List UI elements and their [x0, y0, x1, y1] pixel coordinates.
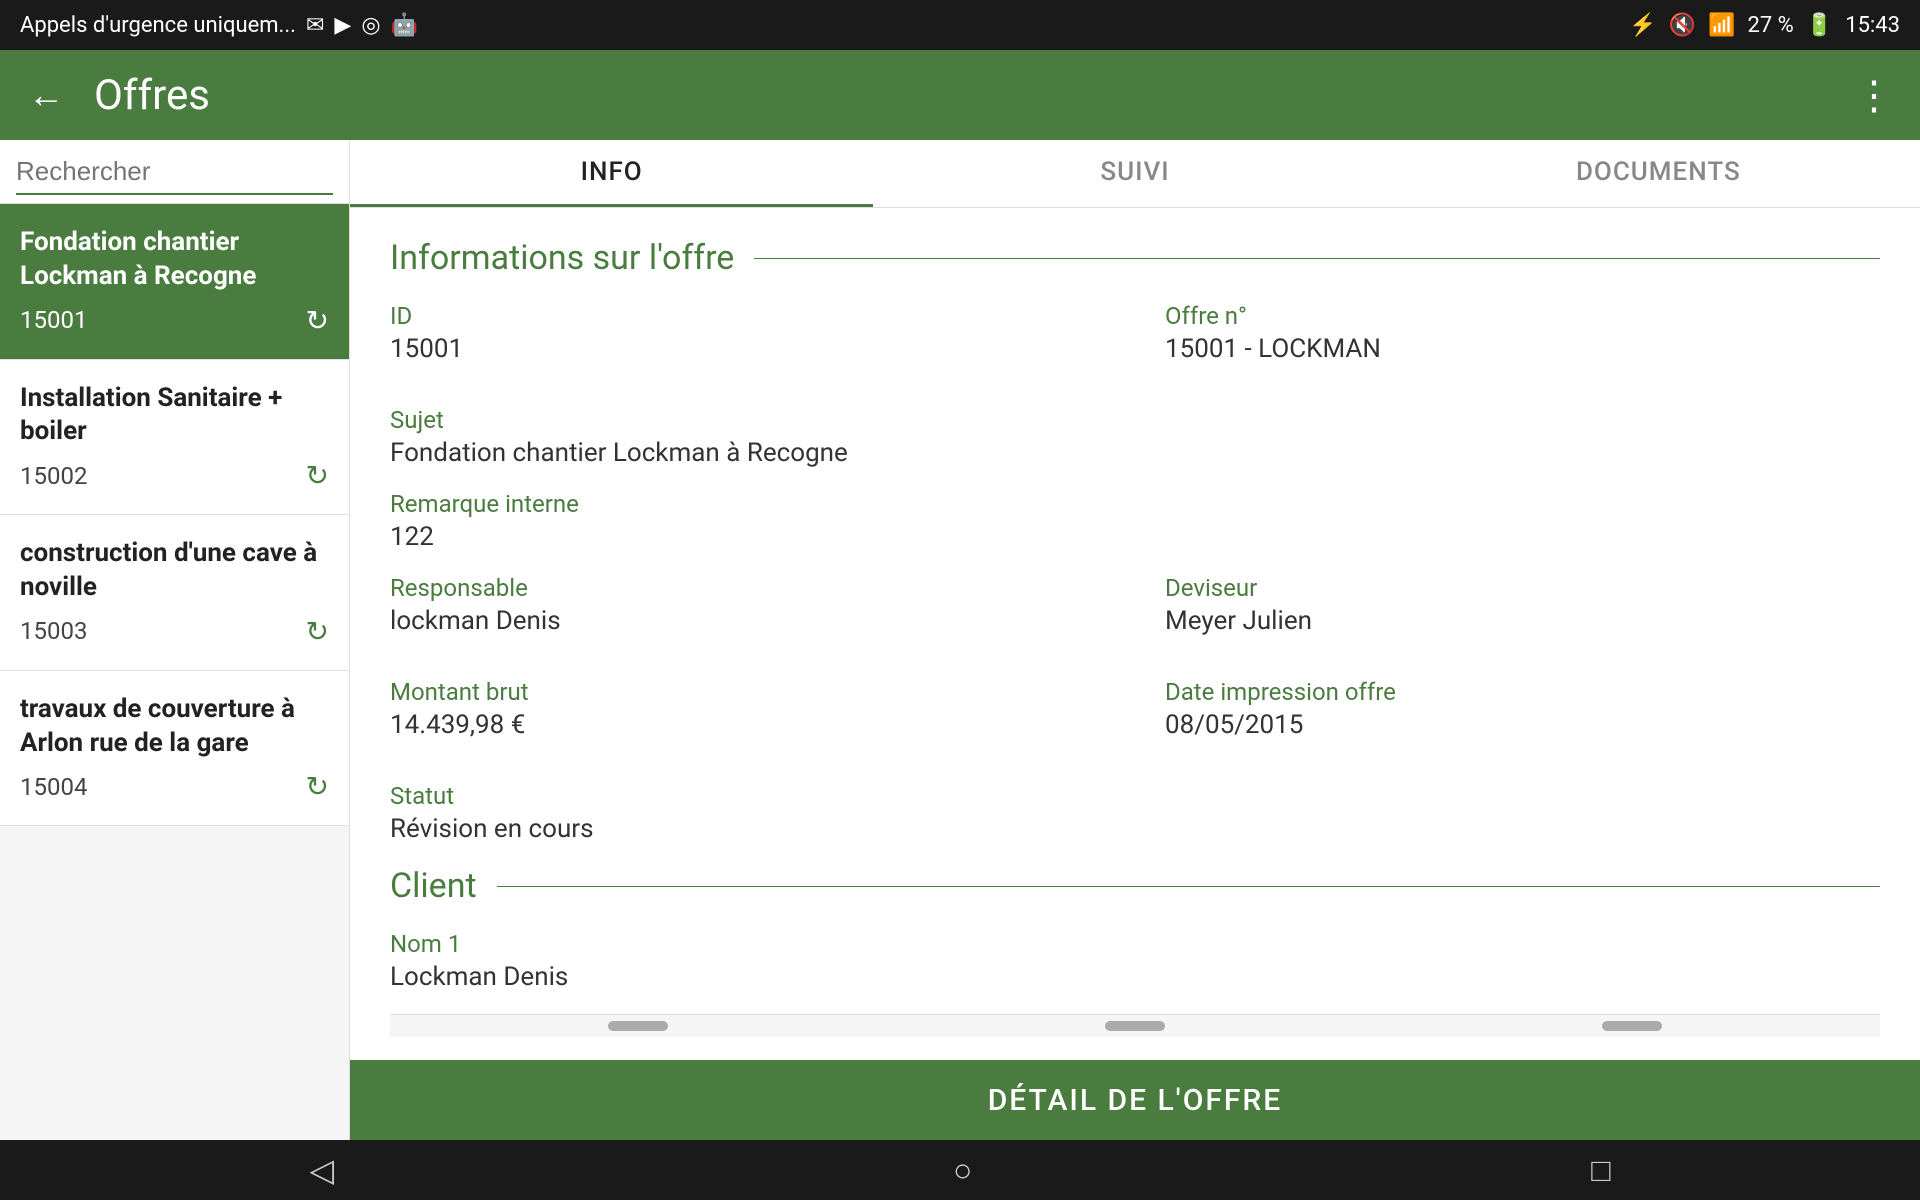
- field-offre-label: Offre n°: [1165, 302, 1880, 330]
- email-icon: ✉: [306, 13, 324, 38]
- field-statut: Statut Révision en cours: [390, 782, 1880, 844]
- refresh-icon[interactable]: ↻: [306, 459, 329, 492]
- field-sujet: Sujet Fondation chantier Lockman à Recog…: [390, 406, 1880, 468]
- field-date-impression-value: 08/05/2015: [1165, 710, 1880, 740]
- status-bar-notifications: Appels d'urgence uniquem... ✉ ▶ ◎ 🤖: [20, 13, 418, 38]
- offer-info-section-header: Informations sur l'offre: [390, 238, 1880, 278]
- refresh-icon[interactable]: ↻: [306, 770, 329, 803]
- field-date-impression: Date impression offre 08/05/2015: [1165, 678, 1880, 740]
- scroll-indicator: [608, 1021, 668, 1031]
- page-title: Offres: [94, 71, 1854, 120]
- field-montant-value: 14.439,98 €: [390, 710, 1105, 740]
- tab-bar: INFO SUIVI DOCUMENTS: [350, 140, 1920, 208]
- list-item[interactable]: Installation Sanitaire + boiler 15002 ↻: [0, 360, 349, 516]
- field-deviseur-value: Meyer Julien: [1165, 606, 1880, 636]
- status-bar-right: ⚡ 🔇 📶 27 % 🔋 15:43: [1629, 13, 1900, 38]
- time: 15:43: [1845, 13, 1900, 38]
- field-responsable-value: lockman Denis: [390, 606, 1105, 636]
- section-divider: [497, 886, 1880, 887]
- field-sujet-value: Fondation chantier Lockman à Recogne: [390, 438, 1880, 468]
- field-id-value: 15001: [390, 334, 1105, 364]
- mute-icon: 🔇: [1669, 13, 1696, 38]
- notification-text: Appels d'urgence uniquem...: [20, 13, 296, 38]
- detail-action-button[interactable]: DÉTAIL DE L'OFFRE: [350, 1060, 1920, 1140]
- client-section-title: Client: [390, 866, 477, 906]
- field-deviseur: Deviseur Meyer Julien: [1165, 574, 1880, 636]
- montant-grid: Montant brut 14.439,98 € Date impression…: [390, 678, 1880, 762]
- status-bar: Appels d'urgence uniquem... ✉ ▶ ◎ 🤖 ⚡ 🔇 …: [0, 0, 1920, 50]
- list-item-id: 15001: [20, 306, 87, 334]
- scroll-indicator: [1105, 1021, 1165, 1031]
- field-remarque-value: 122: [390, 522, 1880, 552]
- field-remarque: Remarque interne 122: [390, 490, 1880, 552]
- more-menu-button[interactable]: ⋮: [1854, 72, 1892, 119]
- refresh-icon[interactable]: ↻: [306, 304, 329, 337]
- search-input[interactable]: [16, 156, 350, 187]
- field-deviseur-label: Deviseur: [1165, 574, 1880, 602]
- client-section-header: Client: [390, 866, 1880, 906]
- nav-home-button[interactable]: ○: [953, 1151, 972, 1189]
- tab-info[interactable]: INFO: [350, 140, 873, 207]
- field-responsable: Responsable lockman Denis: [390, 574, 1105, 636]
- field-responsable-label: Responsable: [390, 574, 1105, 602]
- sidebar: Fondation chantier Lockman à Recogne 150…: [0, 140, 350, 1140]
- list-item[interactable]: Fondation chantier Lockman à Recogne 150…: [0, 204, 349, 360]
- field-date-impression-label: Date impression offre: [1165, 678, 1880, 706]
- nav-bar: ◁ ○ □: [0, 1140, 1920, 1200]
- list-item[interactable]: construction d'une cave à noville 15003 …: [0, 515, 349, 671]
- main-content: Fondation chantier Lockman à Recogne 150…: [0, 140, 1920, 1140]
- offer-info-grid: ID 15001 Offre n° 15001 - LOCKMAN: [390, 302, 1880, 386]
- search-bar: [0, 140, 349, 204]
- tab-documents[interactable]: DOCUMENTS: [1397, 140, 1920, 207]
- detail-content: Informations sur l'offre ID 15001 Offre …: [350, 208, 1920, 1060]
- offer-info-section-title: Informations sur l'offre: [390, 238, 734, 278]
- field-montant-label: Montant brut: [390, 678, 1105, 706]
- field-montant: Montant brut 14.439,98 €: [390, 678, 1105, 740]
- bluetooth-icon: ⚡: [1629, 13, 1656, 38]
- list-item-title: travaux de couverture à Arlon rue de la …: [20, 693, 329, 761]
- section-divider: [754, 258, 1880, 259]
- field-nom1: Nom 1 Lockman Denis: [390, 930, 1880, 992]
- detail-action-label: DÉTAIL DE L'OFFRE: [988, 1083, 1283, 1118]
- signal-icon: ▶: [334, 13, 351, 38]
- app-bar: ← Offres ⋮: [0, 50, 1920, 140]
- scroll-indicator: [1602, 1021, 1662, 1031]
- field-statut-label: Statut: [390, 782, 1880, 810]
- location-icon: ◎: [361, 13, 380, 38]
- battery-icon: 🔋: [1806, 13, 1833, 38]
- field-id: ID 15001: [390, 302, 1105, 364]
- list-item[interactable]: travaux de couverture à Arlon rue de la …: [0, 671, 349, 827]
- field-offre-value: 15001 - LOCKMAN: [1165, 334, 1880, 364]
- field-sujet-label: Sujet: [390, 406, 1880, 434]
- right-panel: INFO SUIVI DOCUMENTS Informations sur l'…: [350, 140, 1920, 1140]
- field-remarque-label: Remarque interne: [390, 490, 1880, 518]
- list-item-title: Installation Sanitaire + boiler: [20, 382, 329, 450]
- field-nom1-label: Nom 1: [390, 930, 1880, 958]
- field-nom1-value: Lockman Denis: [390, 962, 1880, 992]
- list-item-title: Fondation chantier Lockman à Recogne: [20, 226, 329, 294]
- list-item-id: 15004: [20, 773, 87, 801]
- field-statut-value: Révision en cours: [390, 814, 1880, 844]
- responsable-grid: Responsable lockman Denis Deviseur Meyer…: [390, 574, 1880, 658]
- field-id-label: ID: [390, 302, 1105, 330]
- wifi-icon: 📶: [1708, 13, 1735, 38]
- offer-list: Fondation chantier Lockman à Recogne 150…: [0, 204, 349, 1140]
- list-item-title: construction d'une cave à noville: [20, 537, 329, 605]
- back-button[interactable]: ←: [28, 74, 64, 116]
- nav-back-button[interactable]: ◁: [309, 1151, 334, 1189]
- tab-suivi[interactable]: SUIVI: [873, 140, 1396, 207]
- scroll-hint: [390, 1014, 1880, 1037]
- nav-recents-button[interactable]: □: [1591, 1151, 1610, 1189]
- list-item-id: 15002: [20, 462, 87, 490]
- battery-text: 27 %: [1747, 13, 1793, 38]
- field-offre: Offre n° 15001 - LOCKMAN: [1165, 302, 1880, 364]
- android-icon: 🤖: [391, 13, 418, 38]
- refresh-icon[interactable]: ↻: [306, 615, 329, 648]
- list-item-id: 15003: [20, 617, 87, 645]
